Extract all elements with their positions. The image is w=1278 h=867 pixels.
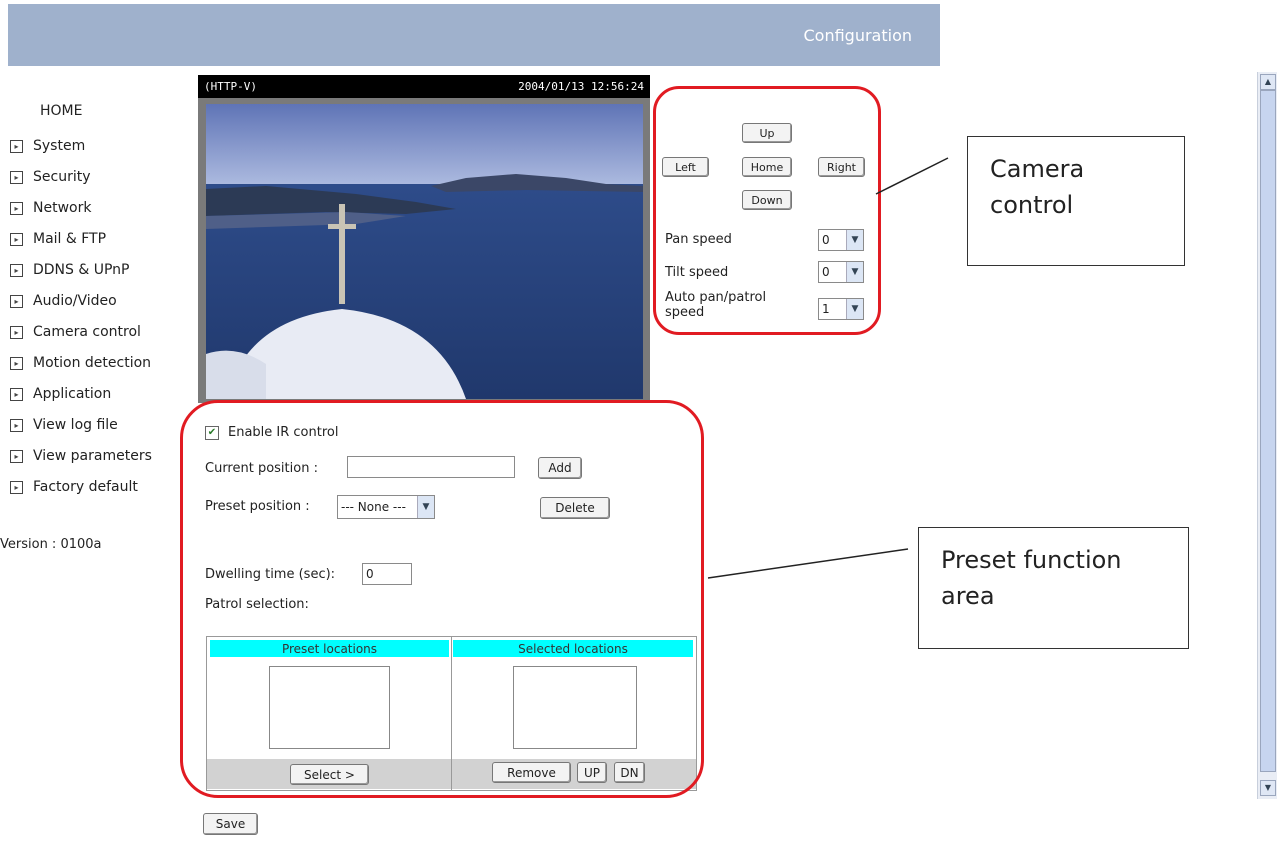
vertical-scrollbar[interactable]: ▲ ▼ [1257, 72, 1277, 799]
preset-function-callout: Preset function area [918, 527, 1189, 649]
preset-callout-line2: area [941, 582, 995, 610]
scrollbar-thumb[interactable] [1260, 90, 1276, 772]
camera-control-callout: Camera control [967, 136, 1185, 266]
scroll-up-icon[interactable]: ▲ [1260, 74, 1276, 90]
scroll-down-icon[interactable]: ▼ [1260, 780, 1276, 796]
camera-callout-line2: control [990, 191, 1074, 219]
preset-callout-line1: Preset function [941, 546, 1122, 574]
camera-callout-line1: Camera [990, 155, 1085, 183]
callout-lines [707, 157, 949, 579]
